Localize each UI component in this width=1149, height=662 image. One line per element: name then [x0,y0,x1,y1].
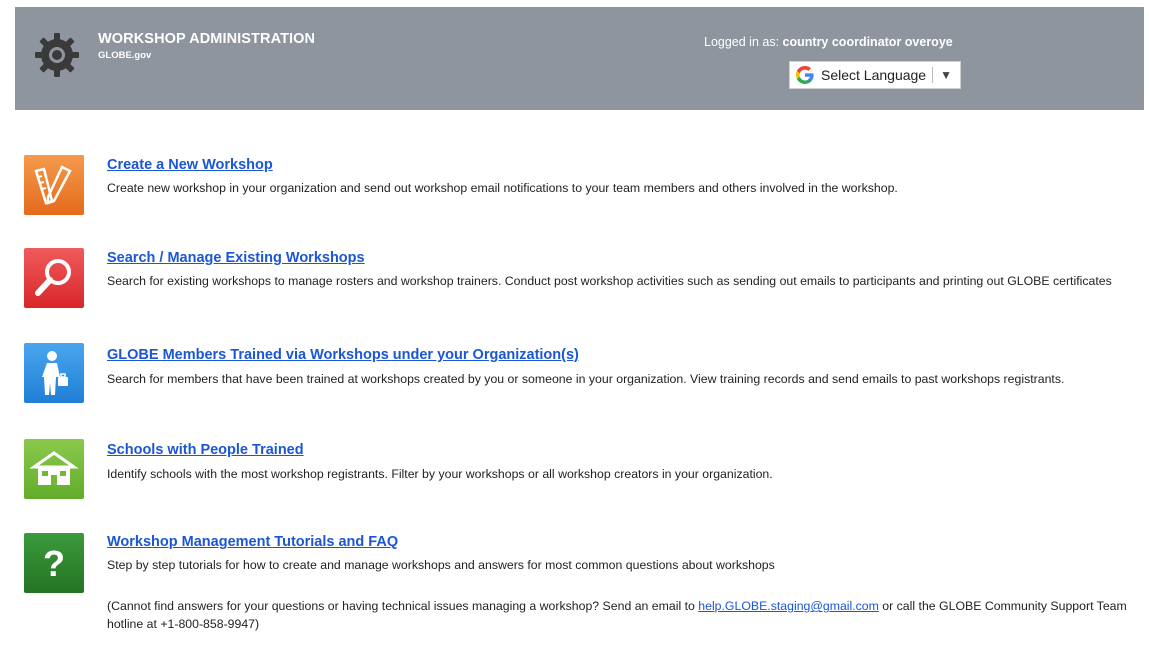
search-workshops-link[interactable]: Search / Manage Existing Workshops [107,250,365,266]
app-subtitle: GLOBE.gov [98,50,152,61]
members-trained-description: Search for members that have been traine… [107,372,1065,386]
google-icon [796,66,814,84]
app-header: WORKSHOP ADMINISTRATION GLOBE.gov Logged… [15,7,1144,110]
help-contact-text: (Cannot find answers for your questions … [107,597,1137,633]
schools-trained-link[interactable]: Schools with People Trained [107,442,304,458]
login-label: Logged in as: [704,35,780,49]
divider [932,67,934,83]
schools-trained-description: Identify schools with the most workshop … [107,467,773,481]
gear-icon [33,31,81,79]
svg-text:?: ? [43,543,65,584]
magnifier-icon[interactable] [24,248,84,308]
app-title: WORKSHOP ADMINISTRATION [98,31,316,47]
tutorials-faq-link[interactable]: Workshop Management Tutorials and FAQ [107,534,398,550]
members-trained-link[interactable]: GLOBE Members Trained via Workshops unde… [107,347,579,363]
school-building-icon[interactable] [24,439,84,499]
search-workshops-description: Search for existing workshops to manage … [107,274,1112,288]
dropdown-arrow-icon: ▼ [940,68,952,82]
login-username: country coordinator overoye [782,35,953,49]
language-select[interactable]: Select Language ▼ [789,61,961,89]
help-email-link[interactable]: help.GLOBE.staging@gmail.com [698,599,879,613]
pencil-ruler-icon[interactable] [24,155,84,215]
login-status: Logged in as: country coordinator overoy… [704,35,953,49]
help-prefix: (Cannot find answers for your questions … [107,599,699,613]
language-select-label: Select Language [821,67,927,83]
create-workshop-description: Create new workshop in your organization… [107,181,898,195]
question-mark-icon[interactable]: ? [24,533,84,593]
person-briefcase-icon[interactable] [24,343,84,403]
create-workshop-link[interactable]: Create a New Workshop [107,157,273,173]
tutorials-faq-description: Step by step tutorials for how to create… [107,558,775,572]
